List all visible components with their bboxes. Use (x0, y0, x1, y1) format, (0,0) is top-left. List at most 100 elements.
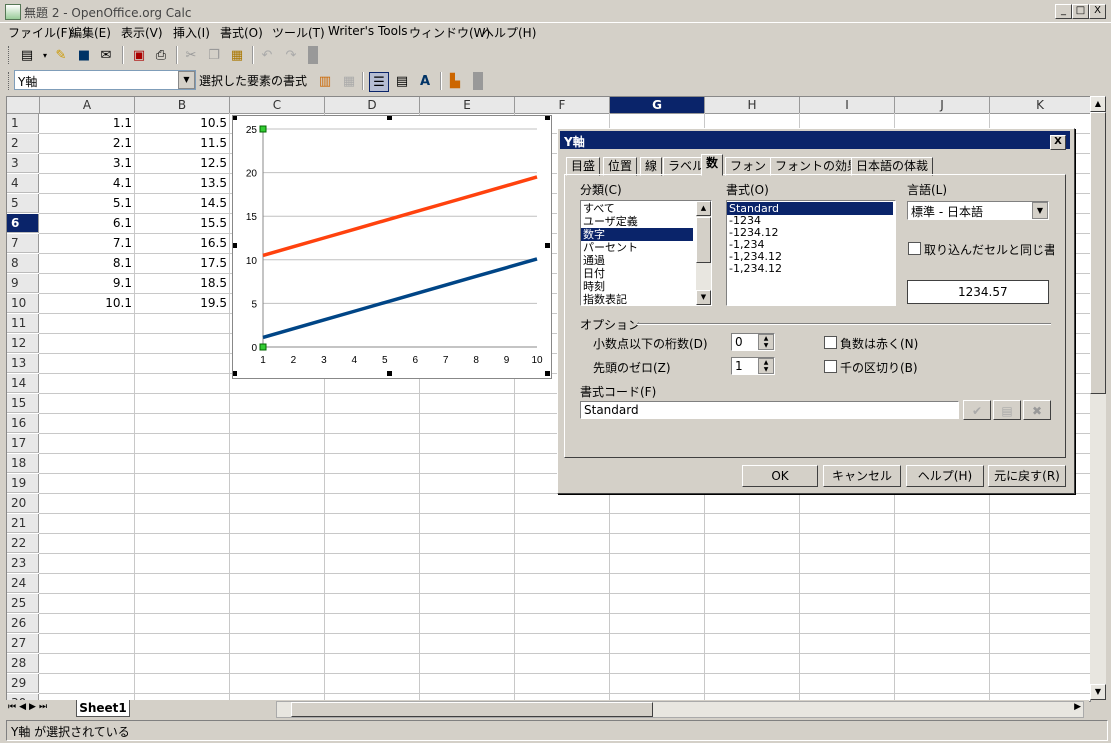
category-item[interactable]: 日付 (583, 267, 605, 280)
new-document-icon[interactable]: ▤ (18, 46, 36, 64)
category-item[interactable]: ユーザ定義 (583, 215, 638, 228)
column-header[interactable]: J (895, 97, 990, 114)
close-button[interactable]: X (1089, 4, 1106, 19)
row-header[interactable]: 15 (7, 394, 39, 413)
vertical-scrollbar[interactable]: ▲ ▼ (1090, 96, 1106, 700)
scroll-thumb[interactable] (1090, 112, 1106, 394)
category-list[interactable]: すべて ユーザ定義 数字 パーセント 通過 日付 時刻 指数表記 ▲ ▼ (580, 200, 712, 306)
corner-select-all[interactable] (7, 97, 40, 114)
column-header[interactable]: F (515, 97, 610, 114)
category-item[interactable]: 時刻 (583, 280, 605, 293)
cell-b10[interactable]: 19.5 (135, 294, 227, 313)
undo-icon[interactable]: ↶ (258, 46, 276, 64)
row-header[interactable]: 9 (7, 274, 39, 293)
auto-layout-icon[interactable]: ▙ (446, 72, 464, 90)
menu-writers-tools[interactable]: Writer's Tools (328, 24, 408, 38)
row-header[interactable]: 18 (7, 454, 39, 473)
sheet-tab-sheet1[interactable]: Sheet1 (76, 700, 130, 717)
cell-a4[interactable]: 4.1 (40, 174, 132, 193)
menu-format[interactable]: 書式(O) (220, 24, 263, 41)
cell-b1[interactable]: 10.5 (135, 114, 227, 133)
row-header[interactable]: 25 (7, 594, 39, 613)
chevron-down-icon[interactable]: ▼ (178, 71, 195, 89)
negative-red-checkbox[interactable] (824, 336, 837, 349)
scroll-thumb[interactable] (291, 702, 653, 717)
category-item[interactable]: 通過 (583, 254, 605, 267)
cell-a3[interactable]: 3.1 (40, 154, 132, 173)
row-header[interactable]: 2 (7, 134, 39, 153)
scroll-down-icon[interactable]: ▼ (1090, 684, 1106, 700)
row-header[interactable]: 21 (7, 514, 39, 533)
row-header[interactable]: 12 (7, 334, 39, 353)
row-header[interactable]: 4 (7, 174, 39, 193)
cell-b4[interactable]: 13.5 (135, 174, 227, 193)
language-select[interactable]: 標準 - 日本語 ▼ (907, 201, 1049, 220)
thousands-separator-checkbox[interactable] (824, 360, 837, 373)
format-list[interactable]: Standard -1234 -1234.12 -1,234 -1,234.12… (726, 200, 896, 306)
copy-icon[interactable]: ❐ (205, 46, 223, 64)
category-item[interactable]: すべて (583, 202, 615, 215)
cell-b3[interactable]: 12.5 (135, 154, 227, 173)
category-item[interactable]: パーセント (583, 241, 638, 254)
row-header[interactable]: 1 (7, 114, 39, 133)
cell-b8[interactable]: 17.5 (135, 254, 227, 273)
cell-a8[interactable]: 8.1 (40, 254, 132, 273)
row-header[interactable]: 16 (7, 414, 39, 433)
decimals-stepper[interactable]: 0 ▲ ▼ (731, 333, 775, 351)
row-header[interactable]: 26 (7, 614, 39, 633)
row-header[interactable]: 19 (7, 474, 39, 493)
cell-a5[interactable]: 5.1 (40, 194, 132, 213)
spin-arrows-icon[interactable]: ▲ ▼ (758, 334, 774, 350)
menu-tools[interactable]: ツール(T) (272, 24, 325, 41)
row-header[interactable]: 10 (7, 294, 39, 313)
minimize-button[interactable]: _ (1055, 4, 1072, 19)
sheet-nav-arrows-icon[interactable]: ⏮◀▶⏭ (8, 702, 50, 712)
cell-b6[interactable]: 15.5 (135, 214, 227, 233)
maximize-button[interactable]: □ (1072, 4, 1089, 19)
row-header[interactable]: 24 (7, 574, 39, 593)
cell-b9[interactable]: 18.5 (135, 274, 227, 293)
tab-number[interactable]: 数 (701, 154, 724, 176)
column-header[interactable]: E (420, 97, 515, 114)
row-header[interactable]: 5 (7, 194, 39, 213)
chart-type-icon[interactable]: ▥ (316, 72, 334, 90)
toolbar-overflow-icon[interactable] (473, 72, 483, 90)
scroll-down-icon[interactable]: ▼ (696, 290, 711, 305)
menu-window[interactable]: ウィンドウ(W) (409, 24, 490, 41)
leading-zero-stepper[interactable]: 1 ▲ ▼ (731, 357, 775, 375)
row-header-selected[interactable]: 6 (7, 214, 39, 233)
help-button[interactable]: ヘルプ(H) (906, 465, 984, 487)
email-icon[interactable]: ✉ (97, 46, 115, 64)
horizontal-scrollbar[interactable]: ▶ (276, 701, 1084, 718)
column-header[interactable]: B (135, 97, 230, 114)
row-header[interactable]: 23 (7, 554, 39, 573)
print-icon[interactable]: ⎙ (152, 46, 170, 64)
row-header[interactable]: 7 (7, 234, 39, 253)
scroll-up-icon[interactable]: ▲ (1090, 96, 1106, 112)
row-header[interactable]: 20 (7, 494, 39, 513)
cell-a2[interactable]: 2.1 (40, 134, 132, 153)
row-header[interactable]: 8 (7, 254, 39, 273)
legend-icon[interactable]: ▤ (393, 72, 411, 90)
row-header[interactable]: 28 (7, 654, 39, 673)
row-header[interactable]: 27 (7, 634, 39, 653)
format-code-input[interactable]: Standard (580, 401, 959, 419)
column-header[interactable]: A (40, 97, 135, 114)
cut-icon[interactable]: ✂ (182, 46, 200, 64)
column-header-selected[interactable]: G (610, 97, 705, 114)
cell-b7[interactable]: 16.5 (135, 234, 227, 253)
accept-code-icon[interactable]: ✔ (963, 400, 991, 420)
chevron-down-icon[interactable]: ▼ (1032, 202, 1048, 219)
format-item[interactable]: -1,234.12 (729, 262, 782, 275)
export-pdf-icon[interactable]: ▣ (130, 46, 148, 64)
cell-b2[interactable]: 11.5 (135, 134, 227, 153)
paste-icon[interactable]: ▦ (228, 46, 246, 64)
menu-insert[interactable]: 挿入(I) (173, 24, 210, 41)
ok-button[interactable]: OK (742, 465, 818, 487)
horizontal-grid-icon[interactable]: ☰ (369, 72, 389, 92)
list-scrollbar[interactable]: ▲ ▼ (696, 201, 711, 305)
scroll-up-icon[interactable]: ▲ (696, 201, 711, 216)
cancel-button[interactable]: キャンセル (823, 465, 901, 487)
menu-view[interactable]: 表示(V) (121, 24, 163, 41)
close-icon[interactable]: X (1050, 135, 1066, 150)
